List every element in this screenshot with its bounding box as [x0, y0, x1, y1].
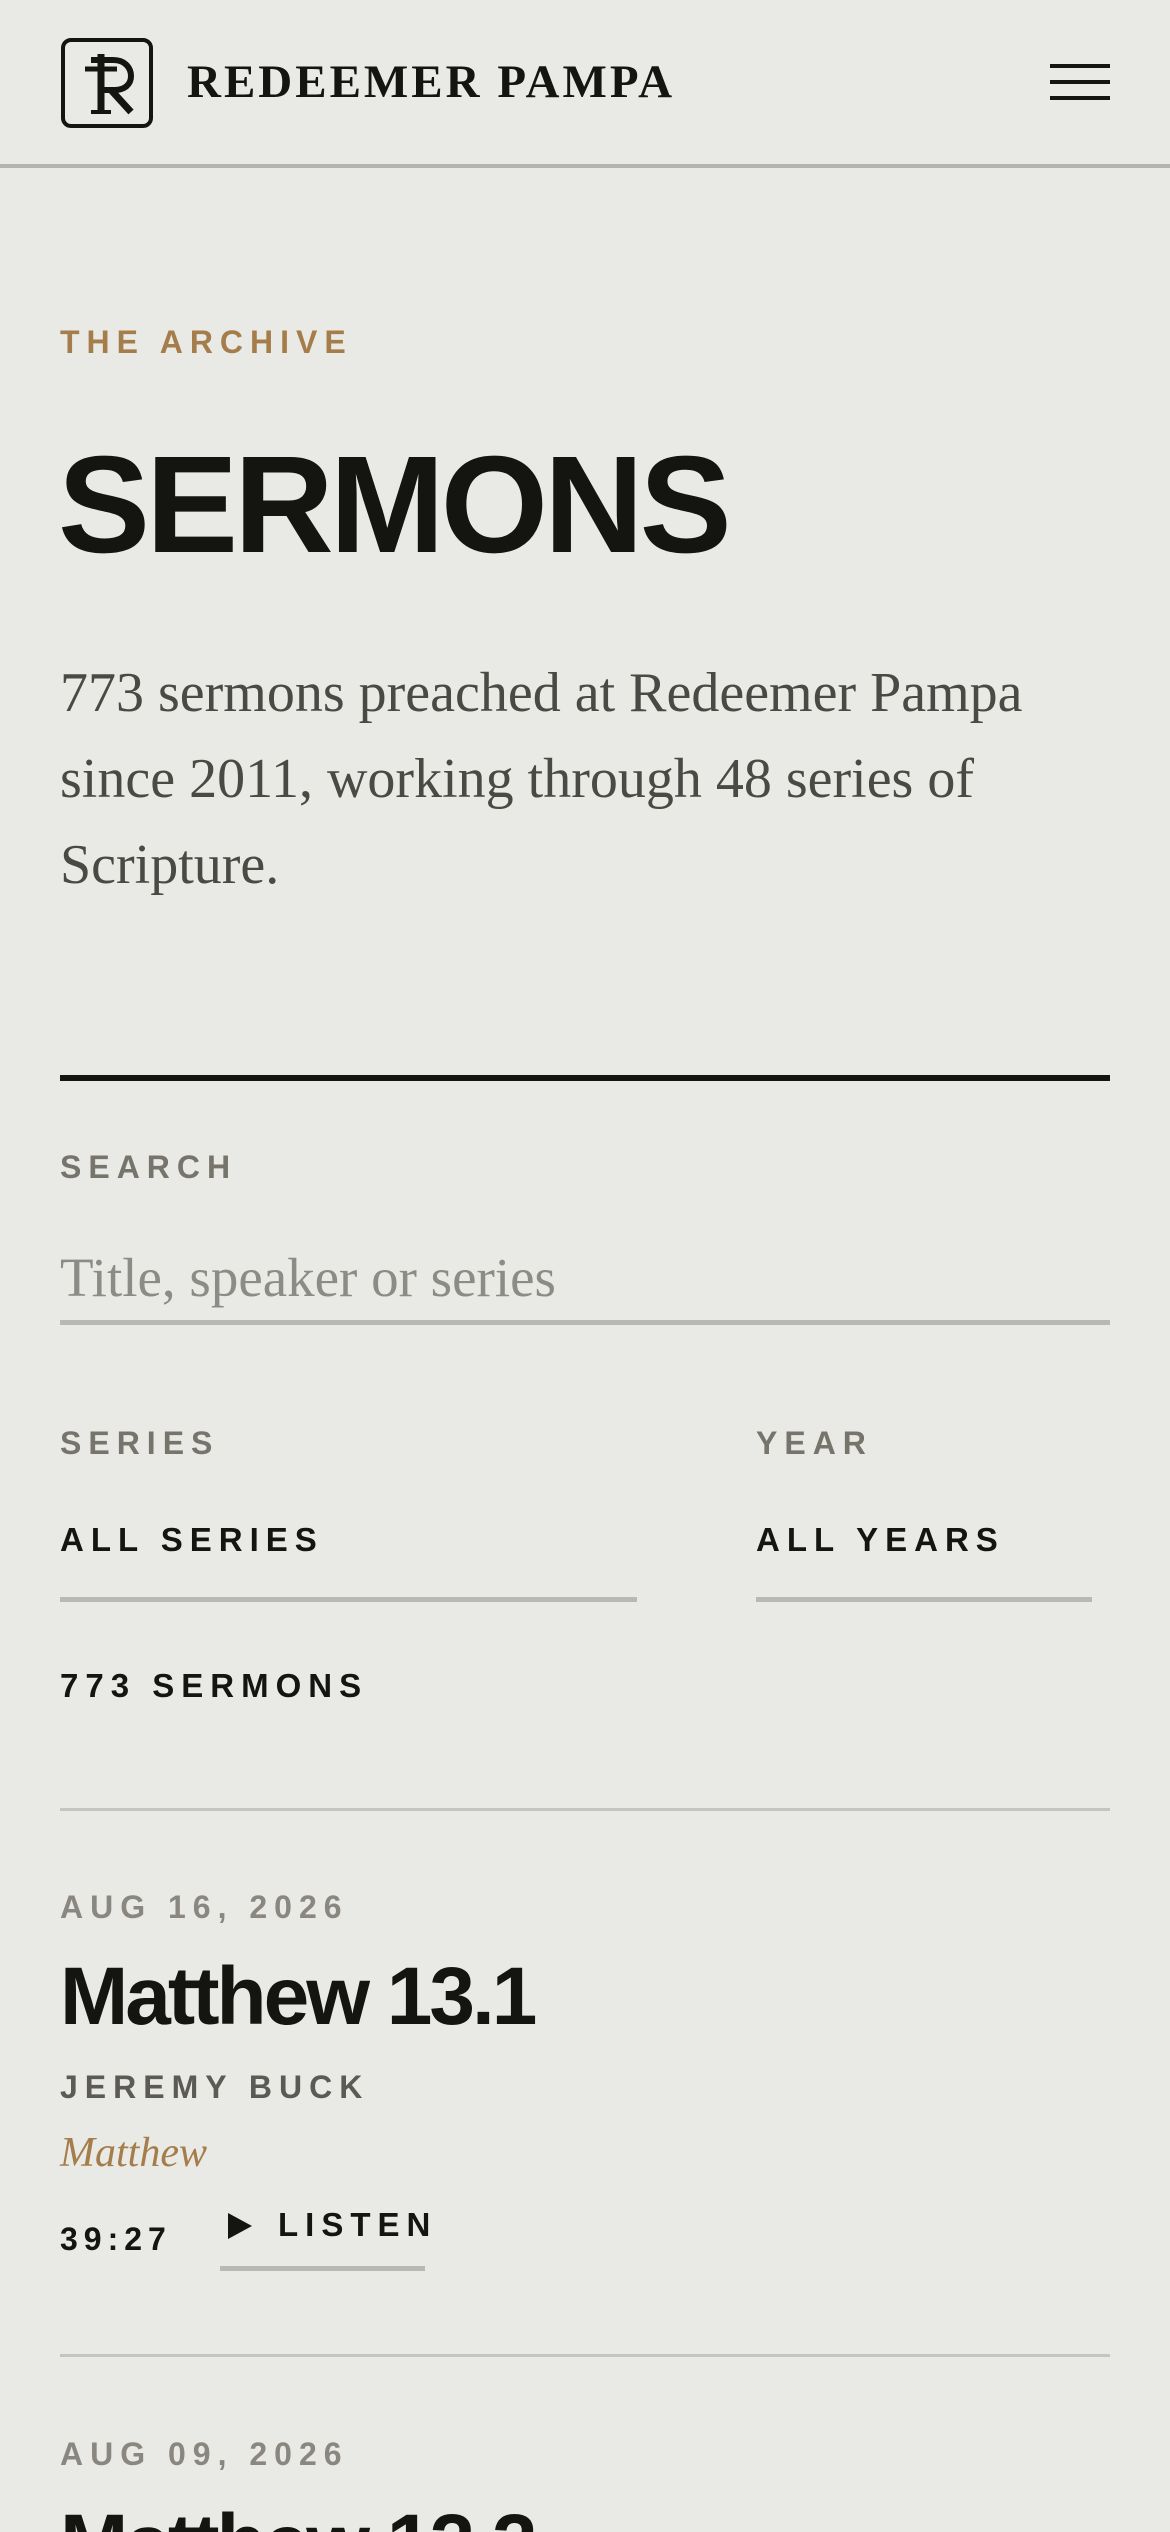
page-title: SERMONS — [58, 428, 732, 582]
list-item: AUG 16, 2026 Matthew 13.1 JEREMY BUCK Ma… — [60, 1887, 1110, 2287]
series-select[interactable]: ALL SERIES — [60, 1510, 637, 1602]
redeemer-cross-r-logo-icon — [85, 54, 135, 115]
sermon-date: AUG 09, 2026 — [60, 2436, 349, 2472]
search-label: SEARCH — [60, 1149, 238, 1185]
hamburger-menu-icon — [1050, 80, 1110, 84]
year-select-value: ALL YEARS — [756, 1521, 1005, 1558]
site-header: REDEEMER PAMPA — [0, 0, 1170, 168]
listen-button[interactable]: LISTEN — [220, 2199, 430, 2271]
list-divider — [60, 1808, 1110, 1811]
series-select-value: ALL SERIES — [60, 1521, 324, 1558]
sermon-series-link[interactable]: Matthew — [60, 2127, 207, 2179]
logo[interactable] — [61, 38, 153, 128]
search-input[interactable] — [60, 1235, 1110, 1325]
sermon-title[interactable]: Matthew 13.1 — [60, 1947, 537, 2047]
list-divider — [60, 2354, 1110, 2357]
sermon-speaker: JEREMY BUCK — [60, 2069, 370, 2105]
section-divider — [60, 1075, 1110, 1081]
series-label: SERIES — [60, 1425, 220, 1461]
intro-text: 773 sermons preached at Redeemer Pampa s… — [60, 662, 1023, 896]
sermon-date: AUG 16, 2026 — [60, 1889, 349, 1925]
play-icon — [228, 2213, 252, 2239]
list-item: AUG 09, 2026 Matthew 12.2 — [60, 2434, 1110, 2532]
hamburger-menu-icon — [1050, 64, 1110, 68]
section-kicker: THE ARCHIVE — [60, 324, 353, 360]
year-select[interactable]: ALL YEARS — [756, 1510, 1092, 1602]
hamburger-menu-icon — [1050, 96, 1110, 100]
brand-name[interactable]: REDEEMER PAMPA — [187, 52, 675, 112]
year-label: YEAR — [756, 1425, 873, 1461]
listen-label: LISTEN — [278, 2206, 438, 2243]
results-count: 773 SERMONS — [60, 1667, 369, 1704]
sermon-duration: 39:27 — [60, 2221, 172, 2257]
sermon-title[interactable]: Matthew 12.2 — [60, 2494, 537, 2532]
menu-button[interactable] — [1040, 58, 1110, 108]
